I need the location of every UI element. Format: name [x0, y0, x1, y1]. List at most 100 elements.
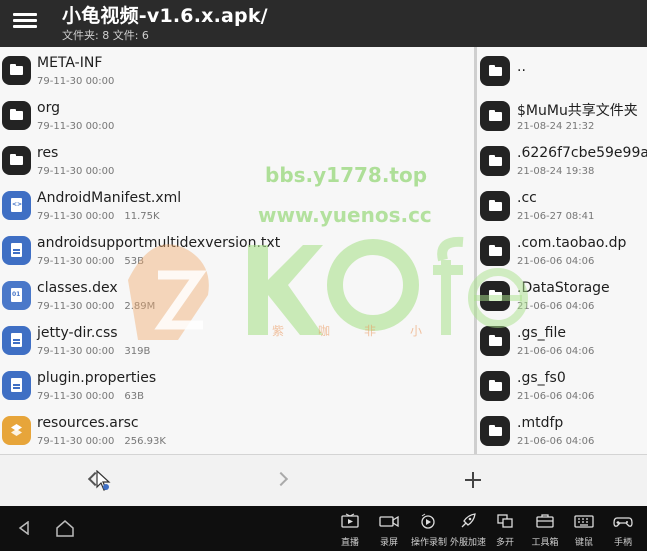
forward-chevron-icon[interactable] [272, 467, 298, 493]
menu-icon[interactable] [12, 10, 38, 34]
back-chevron-icon[interactable] [82, 467, 108, 493]
file-name: res [37, 145, 59, 161]
nav-multi-instance-button[interactable]: 多开 [485, 511, 525, 549]
xml-file-icon [2, 191, 31, 220]
file-date: 79-11-30 00:00 [37, 436, 115, 447]
file-name: .. [517, 59, 526, 75]
file-name: androidsupportmultidexversion.txt [37, 235, 281, 251]
file-size: 2.89M [124, 301, 156, 312]
file-size: 256.93K [124, 436, 166, 447]
file-name: .com.taobao.dp [517, 235, 627, 251]
text-file-icon [2, 326, 31, 355]
list-item[interactable]: .cc 21-06-27 08:41 [477, 182, 647, 227]
file-date: 79-11-30 00:00 [37, 121, 115, 132]
list-item[interactable]: .gs_fs0 21-06-06 04:06 [477, 362, 647, 407]
file-name: classes.dex [37, 280, 118, 296]
app-header: 小龟视频-v1.6.x.apk/ 文件夹: 8 文件: 6 [0, 0, 647, 47]
folder-file-count: 文件夹: 8 文件: 6 [62, 29, 149, 42]
nav-label: 手柄 [613, 538, 632, 548]
file-name: org [37, 100, 60, 116]
list-item[interactable]: .mtdfp 21-06-06 04:06 [477, 407, 647, 452]
folder-icon [480, 236, 510, 266]
list-item[interactable]: resources.arsc 79-11-30 00:00 256.93K [0, 407, 474, 452]
file-date: 79-11-30 00:00 [37, 346, 115, 357]
file-date: 79-11-30 00:00 [37, 301, 115, 312]
file-name: META-INF [37, 55, 103, 71]
file-name: AndroidManifest.xml [37, 190, 182, 206]
list-item[interactable]: .com.taobao.dp 21-06-06 04:06 [477, 227, 647, 272]
list-item[interactable]: org 79-11-30 00:00 [0, 92, 474, 137]
file-meta: 79-11-30 00:00 11.75K [37, 211, 160, 222]
folder-icon [480, 281, 510, 311]
nav-label: 录屏 [379, 538, 398, 548]
path-title: 小龟视频-v1.6.x.apk/ [62, 5, 268, 27]
system-navbar: 直播 录屏 操作录制 外服加速 多开 工具箱 键鼠 手柄 [0, 506, 647, 551]
list-item[interactable]: AndroidManifest.xml 79-11-30 00:00 11.75K [0, 182, 474, 227]
nav-gamepad-button[interactable]: 手柄 [603, 511, 643, 549]
nav-live-button[interactable]: 直播 [330, 511, 370, 549]
list-item[interactable]: META-INF 79-11-30 00:00 [0, 47, 474, 92]
toolbox-icon [536, 514, 554, 528]
nav-toolbox-button[interactable]: 工具箱 [525, 511, 565, 549]
file-size: 53B [124, 256, 144, 267]
folder-icon [2, 101, 31, 130]
file-date: 79-11-30 00:00 [37, 211, 115, 222]
file-meta: 79-11-30 00:00 2.89M [37, 301, 155, 312]
list-item[interactable]: $MuMu共享文件夹 21-08-24 21:32 [477, 92, 647, 137]
file-meta: 79-11-30 00:00 63B [37, 391, 144, 402]
nav-home-icon[interactable] [55, 518, 75, 538]
record-icon [421, 513, 435, 529]
file-meta: 79-11-30 00:00 [37, 121, 114, 132]
file-meta: 79-11-30 00:00 256.93K [37, 436, 166, 447]
text-file-icon [2, 371, 31, 400]
file-date: 79-11-30 00:00 [37, 76, 115, 87]
file-date: 21-06-06 04:06 [517, 391, 595, 402]
list-item-parent[interactable]: .. [477, 47, 647, 92]
file-meta: 79-11-30 00:00 53B [37, 256, 144, 267]
add-icon[interactable] [461, 467, 487, 493]
file-date: 21-06-06 04:06 [517, 301, 595, 312]
folder-icon [480, 146, 510, 176]
binary-file-icon [2, 281, 31, 310]
list-item[interactable]: classes.dex 79-11-30 00:00 2.89M [0, 272, 474, 317]
folder-icon [480, 371, 510, 401]
list-item[interactable]: .gs_file 21-06-06 04:06 [477, 317, 647, 362]
file-date: 21-08-24 19:38 [517, 166, 595, 177]
folder-icon [480, 326, 510, 356]
nav-label: 工具箱 [531, 538, 559, 548]
file-date: 21-08-24 21:32 [517, 121, 595, 132]
list-item[interactable]: plugin.properties 79-11-30 00:00 63B [0, 362, 474, 407]
file-date: 79-11-30 00:00 [37, 391, 115, 402]
file-date: 21-06-06 04:06 [517, 346, 595, 357]
file-name: $MuMu共享文件夹 [517, 103, 638, 119]
list-item[interactable]: androidsupportmultidexversion.txt 79-11-… [0, 227, 474, 272]
folder-icon [480, 101, 510, 131]
folder-icon [2, 56, 31, 85]
file-meta: 79-11-30 00:00 [37, 76, 114, 87]
left-file-pane[interactable]: META-INF 79-11-30 00:00 org 79-11-30 00:… [0, 47, 474, 454]
file-name: jetty-dir.css [37, 325, 118, 341]
list-item[interactable]: res 79-11-30 00:00 [0, 137, 474, 182]
file-date: 21-06-27 08:41 [517, 211, 595, 222]
folder-icon [2, 146, 31, 175]
nav-keymouse-button[interactable]: 键鼠 [564, 511, 604, 549]
file-size: 319B [124, 346, 151, 357]
file-meta: 79-11-30 00:00 319B [37, 346, 150, 357]
layers-file-icon [2, 416, 31, 445]
right-file-pane[interactable]: .. $MuMu共享文件夹 21-08-24 21:32 .6226f7cbe5… [477, 47, 647, 454]
file-size: 63B [124, 391, 144, 402]
file-name: plugin.properties [37, 370, 157, 386]
file-date: 21-06-06 04:06 [517, 436, 595, 447]
nav-back-icon[interactable] [17, 521, 31, 535]
file-name: .6226f7cbe59e99a9 [517, 145, 647, 161]
nav-record-screen-button[interactable]: 录屏 [369, 511, 409, 549]
gamepad-icon [613, 517, 633, 527]
list-item[interactable]: .DataStorage 21-06-06 04:06 [477, 272, 647, 317]
list-item[interactable]: jetty-dir.css 79-11-30 00:00 319B [0, 317, 474, 362]
file-name: .DataStorage [517, 280, 610, 296]
bottom-toolbar [0, 454, 647, 506]
file-meta: 79-11-30 00:00 [37, 166, 114, 177]
folder-icon [480, 56, 510, 86]
list-item[interactable]: .6226f7cbe59e99a9 21-08-24 19:38 [477, 137, 647, 182]
file-date: 21-06-06 04:06 [517, 256, 595, 267]
